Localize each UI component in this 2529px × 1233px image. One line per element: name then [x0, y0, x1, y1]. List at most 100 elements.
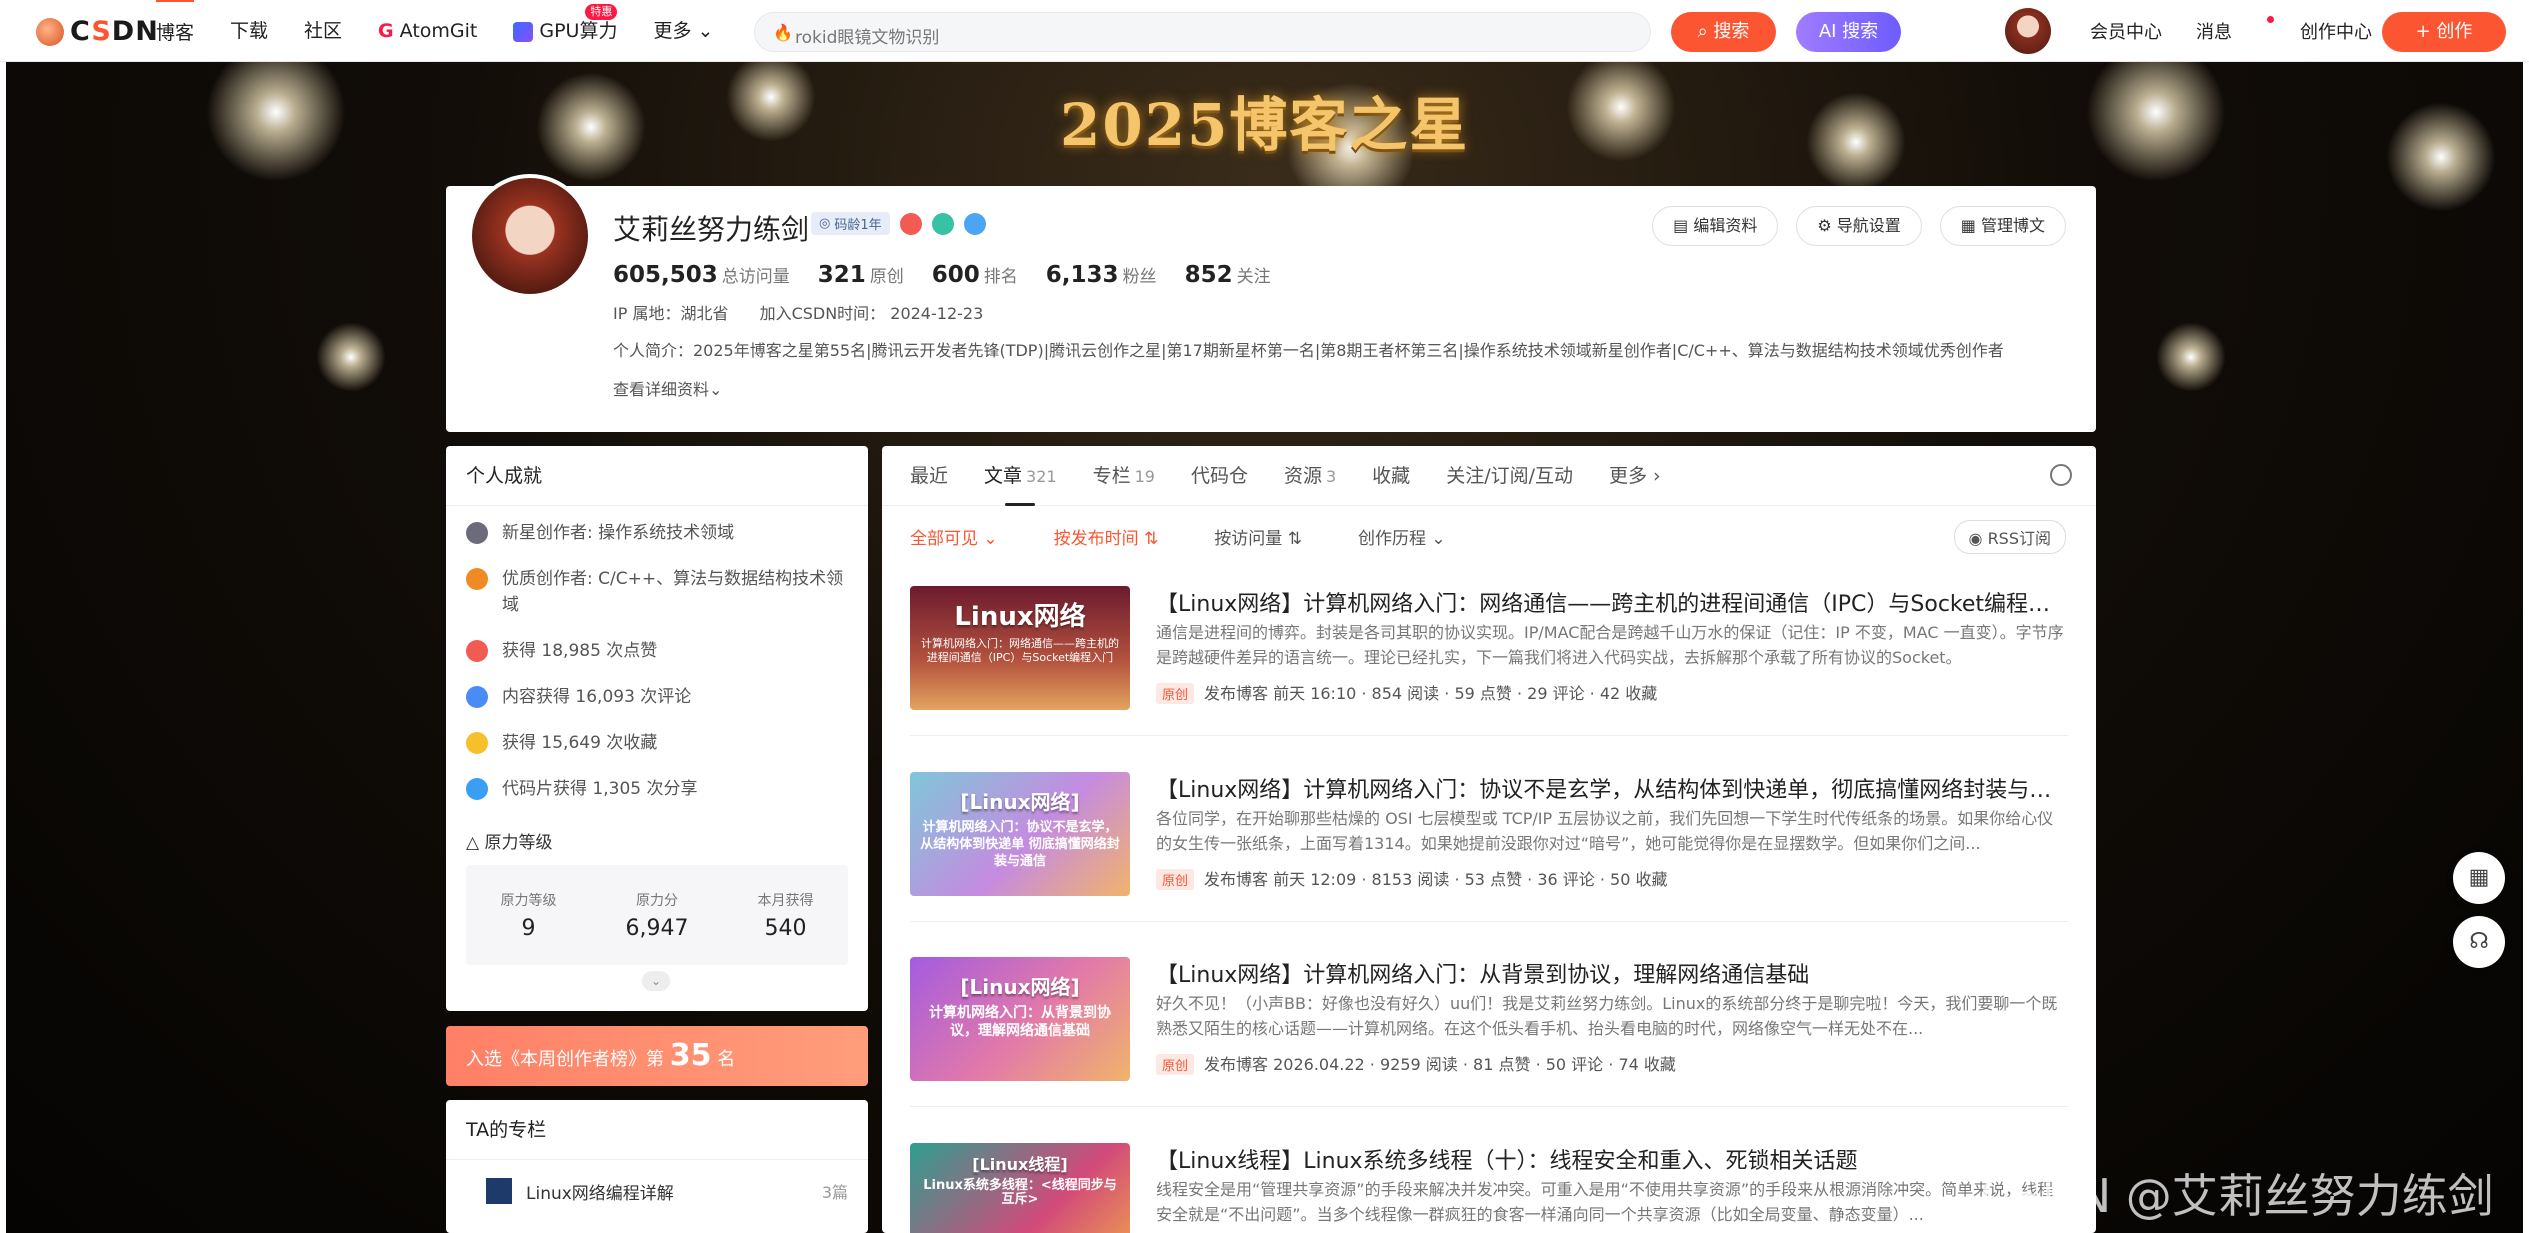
- stat-following[interactable]: 852 关注: [1185, 262, 1271, 288]
- tab-more[interactable]: 更多 ›: [1609, 446, 1661, 506]
- rss-subscribe-button[interactable]: ◉ RSS订阅: [1953, 520, 2066, 554]
- creator-center-link[interactable]: 创作中心: [2300, 18, 2372, 44]
- tab-follow[interactable]: 关注/订阅/互动: [1446, 446, 1573, 506]
- nav-more[interactable]: 更多 ⌄: [653, 0, 713, 62]
- code-age-badge[interactable]: ◎ 码龄1年: [811, 212, 890, 235]
- article-thumbnail[interactable]: [Linux网络] 计算机网络入门：协议不是玄学，从结构体到快递单 彻底搞懂网络封…: [910, 772, 1130, 896]
- stat-rank[interactable]: 600 排名: [932, 262, 1018, 288]
- ai-search-button[interactable]: AI 搜索: [1796, 12, 1901, 52]
- article-title[interactable]: 【Linux网络】计算机网络入门：网络通信——跨主机的进程间通信（IPC）与So…: [1156, 586, 2068, 618]
- nav-gpu[interactable]: GPU算力 特惠: [513, 0, 617, 62]
- stage-light: [2086, 42, 2226, 182]
- creator-badge-icon[interactable]: [931, 212, 954, 235]
- top-right-links: 会员中心 消息 创作中心: [2090, 0, 2406, 62]
- profile-card: 艾莉丝努力练剑 ◎ 码龄1年 605,503 总访问量 321 原创 600 排名 6,…: [446, 174, 2096, 432]
- user-avatar[interactable]: [2005, 8, 2051, 54]
- join-date: 加入CSDN时间： 2024-12-23: [759, 304, 984, 323]
- csdn-logo[interactable]: CSDN: [36, 16, 159, 47]
- article-thumbnail[interactable]: [Linux线程] Linux系统多线程：<线程同步与互斥>: [910, 1143, 1130, 1233]
- nav-community[interactable]: 社区: [304, 0, 342, 62]
- article-desc: 各位同学，在开始聊那些枯燥的 OSI 七层模型或 TCP/IP 五层协议之前，我…: [1156, 809, 2054, 853]
- profile-info: IP 属地：湖北省 加入CSDN时间： 2024-12-23: [613, 300, 1009, 324]
- tab-columns[interactable]: 专栏 19: [1093, 446, 1155, 506]
- favorite-icon: [466, 732, 488, 754]
- profile-stats: 605,503 总访问量 321 原创 600 排名 6,133 粉丝 852 关注: [613, 262, 1299, 288]
- achievements-title: 个人成就: [446, 446, 868, 506]
- article-thumbnail[interactable]: Linux网络 计算机网络入门：网络通信——跨主机的进程间通信（IPC）与Sock…: [910, 586, 1130, 710]
- article-meta: 原创 发布博客 前天 12:09 · 8153 阅读 · 53 点赞 · 36 评…: [1156, 866, 1667, 890]
- verified-badge-icon[interactable]: [963, 212, 986, 235]
- main-nav: 博客 下载 社区 G AtomGit GPU算力 特惠 更多 ⌄: [156, 0, 749, 62]
- stat-visits[interactable]: 605,503 总访问量: [613, 262, 790, 288]
- column-item[interactable]: Linux网络编程详解 3篇: [446, 1160, 868, 1204]
- qr-code-icon[interactable]: ▦: [2453, 852, 2505, 904]
- column-thumbnail: [486, 1178, 512, 1204]
- stat-original[interactable]: 321 原创: [818, 262, 904, 288]
- manage-posts-button[interactable]: ▦ 管理博文: [1939, 206, 2066, 246]
- search-input[interactable]: 🔥 rokid眼镜文物识别: [754, 12, 1651, 52]
- sort-by-time[interactable]: 按发布时间 ⇅: [1054, 524, 1159, 549]
- tab-recent[interactable]: 最近: [910, 446, 948, 506]
- stat-fans[interactable]: 6,133 粉丝: [1046, 262, 1157, 288]
- article-item[interactable]: Linux网络 计算机网络入门：网络通信——跨主机的进程间通信（IPC）与Sock…: [910, 586, 2068, 736]
- comment-icon: [466, 686, 488, 708]
- search-button[interactable]: ⌕ 搜索: [1671, 12, 1776, 52]
- sort-icon: ⇅: [1144, 528, 1159, 549]
- weekly-rank-banner[interactable]: 入选《本周创作者榜》第 35 名: [446, 1026, 868, 1086]
- gear-icon: ⚙: [1817, 216, 1837, 235]
- article-item[interactable]: [Linux网络] 计算机网络入门：从背景到协议，理解网络通信基础 【Linux网…: [910, 957, 2068, 1107]
- article-title[interactable]: 【Linux线程】Linux系统多线程（十）：线程安全和重入、死锁相关话题: [1156, 1143, 2068, 1175]
- original-tag: 原创: [1156, 869, 1195, 890]
- stage-light: [206, 42, 346, 182]
- force-level: 原力等级 9: [500, 892, 557, 941]
- expand-toggle-chevron-icon[interactable]: ⌄: [642, 971, 670, 991]
- article-title[interactable]: 【Linux网络】计算机网络入门：协议不是玄学，从结构体到快递单，彻底搞懂网络封…: [1156, 772, 2068, 804]
- tab-code-repo[interactable]: 代码仓: [1191, 446, 1248, 506]
- view-details-link[interactable]: 查看详细资料⌄: [613, 376, 722, 400]
- customer-service-icon[interactable]: ☊: [2453, 916, 2505, 968]
- edit-profile-button[interactable]: ▤ 编辑资料: [1652, 206, 1779, 246]
- article-meta: 原创 发布博客 前天 16:10 · 854 阅读 · 59 点赞 · 29 评论…: [1156, 680, 1657, 704]
- achievement-item: 优质创作者: C/C++、算法与数据结构技术领域: [466, 566, 848, 618]
- new-star-icon: [466, 522, 488, 544]
- hot-fire-icon: 🔥: [773, 23, 793, 42]
- article-item[interactable]: [Linux线程] Linux系统多线程：<线程同步与互斥> 【Linux线程】L…: [910, 1143, 2068, 1233]
- article-title[interactable]: 【Linux网络】计算机网络入门：从背景到协议，理解网络通信基础: [1156, 957, 2068, 989]
- messages-link[interactable]: 消息: [2196, 16, 2274, 44]
- nav-settings-button[interactable]: ⚙ 导航设置: [1796, 206, 1922, 246]
- stage-light: [2156, 322, 2226, 392]
- tab-articles[interactable]: 文章 321: [984, 446, 1057, 506]
- tab-favorites[interactable]: 收藏: [1372, 446, 1410, 506]
- triangle-icon: △: [466, 833, 485, 853]
- chevron-down-icon: ⌄: [1431, 528, 1446, 549]
- blog-star-title: 2025博客之星: [1060, 91, 1470, 159]
- edit-icon: ▤: [1673, 216, 1694, 235]
- search-icon[interactable]: [2050, 464, 2072, 486]
- chevron-down-icon: ⌄: [983, 528, 998, 549]
- stage-light: [316, 322, 386, 392]
- nav-download[interactable]: 下载: [230, 0, 268, 62]
- article-item[interactable]: [Linux网络] 计算机网络入门：协议不是玄学，从结构体到快递单 彻底搞懂网络封…: [910, 772, 2068, 922]
- visibility-filter[interactable]: 全部可见 ⌄: [910, 524, 998, 549]
- quality-creator-icon: [466, 568, 488, 590]
- tab-resources[interactable]: 资源 3: [1284, 446, 1336, 506]
- profile-name: 艾莉丝努力练剑: [613, 213, 810, 246]
- article-thumbnail[interactable]: [Linux网络] 计算机网络入门：从背景到协议，理解网络通信基础: [910, 957, 1130, 1081]
- nav-atomgit[interactable]: G AtomGit: [378, 0, 477, 62]
- vip-center-link[interactable]: 会员中心: [2090, 18, 2162, 44]
- articles-panel: 最近 文章 321 专栏 19 代码仓 资源 3 收藏 关注/订阅/互动 更多 › 全…: [882, 446, 2096, 1233]
- creation-history[interactable]: 创作历程 ⌄: [1358, 524, 1446, 549]
- achievement-item: 代码片获得 1,305 次分享: [466, 776, 848, 802]
- sort-icon: ⇅: [1287, 528, 1302, 549]
- profile-actions: ▤ 编辑资料 ⚙ 导航设置 ▦ 管理博文: [1652, 206, 2066, 246]
- columns-card: TA的专栏 Linux网络编程详解 3篇: [446, 1100, 868, 1233]
- nav-blog[interactable]: 博客: [156, 0, 195, 62]
- csdn-logo-icon: [36, 17, 64, 46]
- sort-by-views[interactable]: 按访问量 ⇅: [1214, 524, 1302, 549]
- profile-avatar[interactable]: [468, 174, 592, 298]
- blog-star-badge-icon[interactable]: [899, 212, 922, 235]
- achievement-item: 获得 15,649 次收藏: [466, 730, 848, 756]
- rss-icon: ◉: [1968, 529, 1988, 548]
- achievement-item: 内容获得 16,093 次评论: [466, 684, 848, 710]
- create-button[interactable]: + 创作: [2382, 12, 2506, 52]
